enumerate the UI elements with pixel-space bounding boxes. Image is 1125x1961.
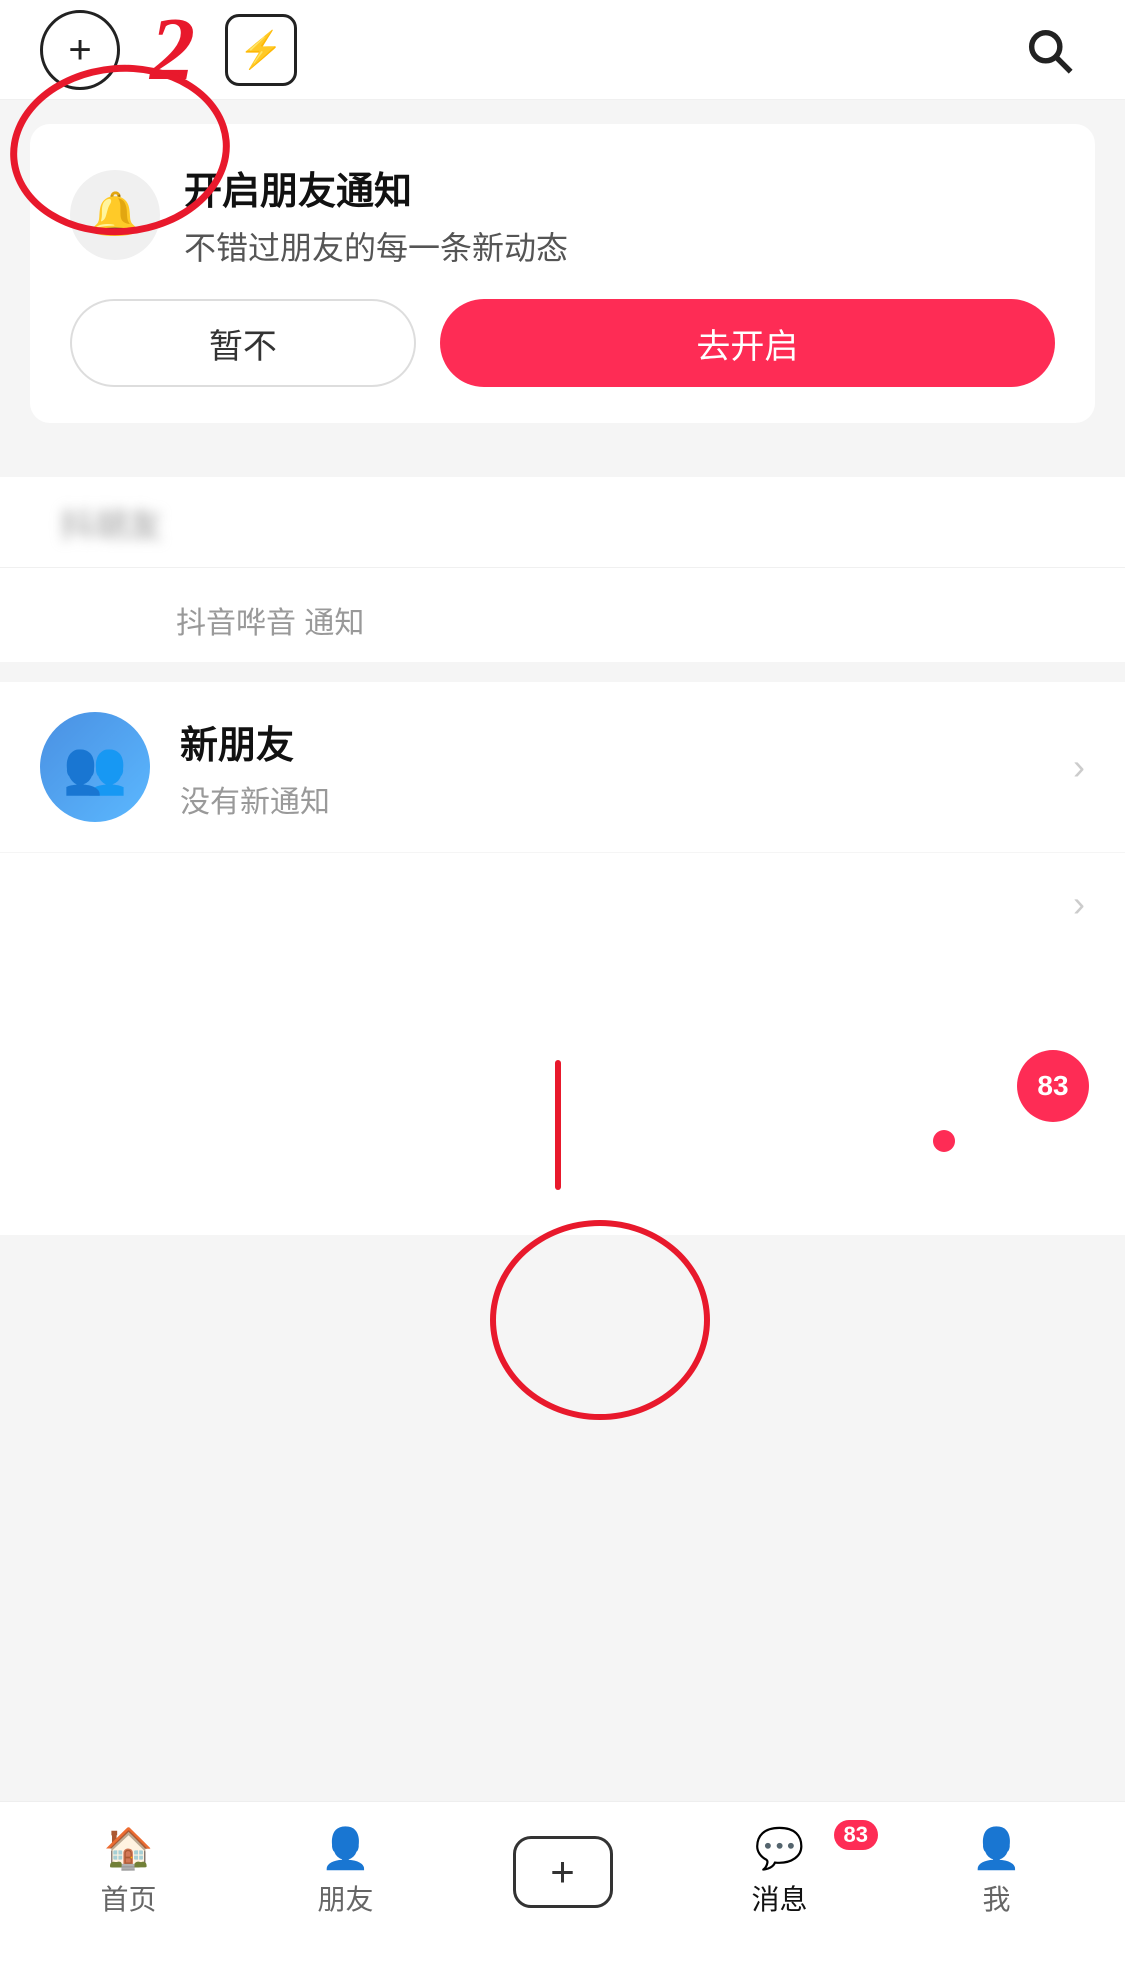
bell-icon-container: 🔔 bbox=[70, 170, 160, 260]
confirm-button[interactable]: 去开启 bbox=[440, 299, 1055, 387]
nav-item-messages[interactable]: 💬 消息 83 bbox=[671, 1812, 888, 1932]
nav-left-group: 2 ⚡ bbox=[40, 5, 297, 95]
new-friends-item[interactable]: 👥 新朋友 没有新通知 › bbox=[0, 682, 1125, 852]
friends-icon: 👥 bbox=[63, 737, 128, 798]
chevron-right-icon-2: › bbox=[1073, 883, 1085, 925]
add-button[interactable] bbox=[40, 10, 120, 90]
new-friends-avatar: 👥 bbox=[40, 712, 150, 822]
flash-icon: ⚡ bbox=[239, 29, 284, 71]
secondary-nav-row[interactable]: › bbox=[0, 852, 1125, 955]
notification-subtitle: 不错过朋友的每一条新动态 bbox=[184, 223, 1055, 269]
new-friends-subtitle: 没有新通知 bbox=[180, 777, 1043, 821]
nav-item-profile[interactable]: 👤 我 bbox=[888, 1812, 1105, 1932]
bottom-navigation: 🏠 首页 👤 朋友 + 💬 消息 83 👤 我 bbox=[0, 1801, 1125, 1961]
small-notification-dot bbox=[933, 1130, 955, 1152]
section-divider bbox=[0, 447, 1125, 477]
notification-title: 开启朋友通知 bbox=[184, 160, 1055, 215]
section-notification-label: 抖音哗音 通知 bbox=[176, 598, 364, 642]
bell-icon: 🔔 bbox=[89, 190, 141, 239]
notification-header: 🔔 开启朋友通知 不错过朋友的每一条新动态 bbox=[70, 160, 1055, 269]
search-button[interactable] bbox=[1013, 14, 1085, 86]
friend-tabs: 抖胡友 bbox=[40, 477, 1085, 567]
nav-item-friends[interactable]: 👤 朋友 bbox=[237, 1812, 454, 1932]
profile-nav-icon: 👤 bbox=[972, 1825, 1022, 1872]
search-icon bbox=[1023, 24, 1075, 76]
top-navigation: 2 ⚡ bbox=[0, 0, 1125, 100]
nav-friends-label: 朋友 bbox=[317, 1878, 373, 1918]
nav-item-home[interactable]: 🏠 首页 bbox=[20, 1812, 237, 1932]
home-icon: 🏠 bbox=[104, 1825, 154, 1872]
new-friends-name: 新朋友 bbox=[180, 714, 1043, 769]
message-badge-top: 83 bbox=[1017, 1050, 1089, 1122]
friends-nav-icon: 👤 bbox=[321, 1825, 371, 1872]
nav-messages-label: 消息 bbox=[751, 1878, 807, 1918]
chevron-right-icon: › bbox=[1073, 746, 1085, 788]
message-nav-badge: 83 bbox=[834, 1820, 878, 1850]
create-plus-icon: + bbox=[550, 1848, 575, 1896]
tab-label-douhu: 抖胡友 bbox=[60, 498, 162, 547]
create-button[interactable]: + bbox=[513, 1836, 613, 1908]
friend-tabs-container: 抖胡友 bbox=[0, 477, 1125, 568]
cancel-button[interactable]: 暂不 bbox=[70, 299, 416, 387]
notification-text: 开启朋友通知 不错过朋友的每一条新动态 bbox=[184, 160, 1055, 269]
notification-card: 🔔 开启朋友通知 不错过朋友的每一条新动态 暂不 去开启 bbox=[30, 124, 1095, 423]
notif-section-row: 抖音哗音 通知 bbox=[40, 588, 404, 652]
nav-profile-label: 我 bbox=[982, 1878, 1010, 1918]
new-friends-text: 新朋友 没有新通知 bbox=[180, 714, 1043, 821]
tab-douhu-friend[interactable]: 抖胡友 bbox=[40, 477, 182, 567]
annotation-number: 2 bbox=[150, 5, 195, 95]
section-header: 抖音哗音 通知 bbox=[0, 568, 1125, 662]
red-circle-annotation-tab bbox=[490, 1220, 710, 1420]
nav-home-label: 首页 bbox=[100, 1878, 156, 1918]
empty-content-area bbox=[0, 955, 1125, 1235]
nav-item-create[interactable]: + bbox=[454, 1812, 671, 1932]
messages-nav-icon: 💬 bbox=[755, 1825, 805, 1872]
notification-actions: 暂不 去开启 bbox=[70, 299, 1055, 387]
flash-button[interactable]: ⚡ bbox=[225, 14, 297, 86]
